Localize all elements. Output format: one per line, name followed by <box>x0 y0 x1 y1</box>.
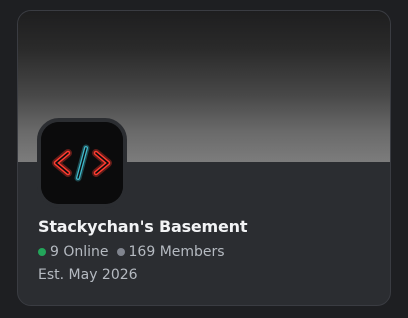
online-status-dot-icon <box>38 248 46 256</box>
code-brackets-neon-icon <box>41 122 123 204</box>
server-stats: 9 Online 169 Members <box>38 244 225 260</box>
server-icon-frame <box>37 118 127 208</box>
member-dot-icon <box>116 248 125 256</box>
server-invite-card[interactable]: Stackychan's Basement 9 Online 169 Membe… <box>17 10 391 306</box>
online-count: 9 Online <box>50 244 109 260</box>
server-name: Stackychan's Basement <box>38 217 248 236</box>
member-count: 169 Members <box>128 244 225 260</box>
established-date: Est. May 2026 <box>38 267 138 283</box>
